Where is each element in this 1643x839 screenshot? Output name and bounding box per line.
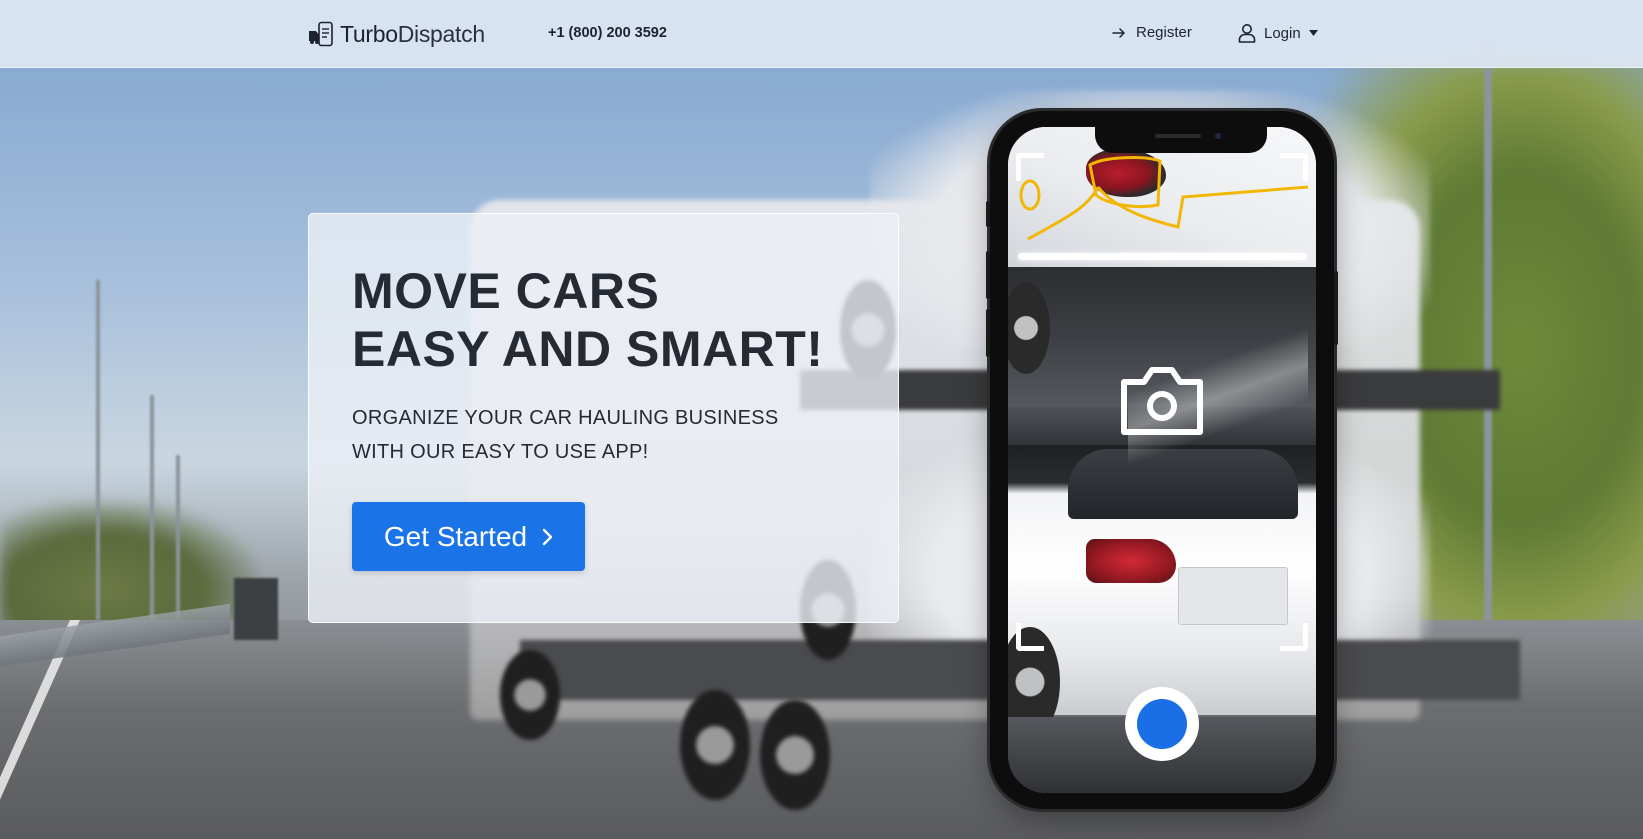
phone-side-button — [986, 309, 990, 357]
caret-down-icon — [1308, 30, 1318, 36]
register-label: Register — [1136, 24, 1192, 41]
hero-card: MOVE CARS EASY AND SMART! ORGANIZE YOUR … — [308, 213, 899, 623]
phone-mockup — [986, 111, 1338, 809]
background-wheel — [760, 700, 830, 810]
phone-front-camera — [1215, 133, 1221, 139]
background-wheel — [500, 650, 560, 740]
phone-side-button — [986, 251, 990, 299]
register-link[interactable]: Register — [1112, 24, 1192, 41]
arrow-right-icon — [1112, 27, 1125, 38]
scan-frame-corner-bottom-left — [1016, 623, 1044, 651]
shutter-button-inner — [1137, 699, 1187, 749]
phone-side-button — [986, 201, 990, 227]
phone-number-link[interactable]: +1 (800) 200 3592 — [548, 25, 667, 41]
phone-notch — [1095, 127, 1267, 153]
logo-link[interactable]: TurboDispatch — [308, 20, 485, 48]
camera-icon — [1121, 367, 1203, 435]
phone-side-button — [1334, 271, 1338, 345]
scan-frame-corner-top-left — [1016, 153, 1044, 181]
phone-speaker — [1155, 134, 1201, 138]
truck-phone-icon — [309, 21, 333, 47]
login-label: Login — [1264, 24, 1301, 42]
logo-wordmark: TurboDispatch — [340, 21, 485, 48]
hero-title-line-1: MOVE CARS — [352, 263, 660, 319]
scan-line — [1018, 253, 1307, 260]
hero-subtitle-line-1: ORGANIZE YOUR CAR HAULING BUSINESS — [352, 407, 779, 429]
hero-title: MOVE CARS EASY AND SMART! — [352, 262, 872, 378]
phone-screen — [1008, 127, 1316, 793]
background-street-light — [150, 395, 154, 625]
hero-subtitle: ORGANIZE YOUR CAR HAULING BUSINESS WITH … — [352, 401, 852, 469]
logo-text-turbo: Turbo — [340, 20, 398, 47]
viewfinder-license-plate-area — [1178, 567, 1288, 625]
site-header: TurboDispatch +1 (800) 200 3592 Register… — [0, 0, 1643, 68]
damage-outline-overlay — [1019, 156, 1309, 241]
hero-title-line-2: EASY AND SMART! — [352, 321, 824, 377]
shutter-button[interactable] — [1125, 687, 1199, 761]
background-street-light — [96, 280, 100, 620]
get-started-label: Get Started — [383, 520, 528, 552]
background-wheel — [680, 690, 750, 800]
scan-frame-corner-top-right — [1280, 153, 1308, 181]
scan-frame-corner-bottom-right — [1280, 623, 1308, 651]
get-started-button[interactable]: Get Started — [352, 502, 585, 571]
hero-subtitle-line-2: WITH OUR EASY TO USE APP! — [352, 441, 649, 463]
background-distant-truck — [234, 578, 278, 640]
background-street-light — [1484, 40, 1492, 680]
logo-text-dispatch: Dispatch — [397, 20, 485, 47]
login-dropdown[interactable]: Login — [1238, 23, 1318, 43]
user-icon — [1238, 24, 1256, 43]
chevron-right-icon — [542, 528, 553, 545]
background-street-light — [176, 455, 180, 625]
